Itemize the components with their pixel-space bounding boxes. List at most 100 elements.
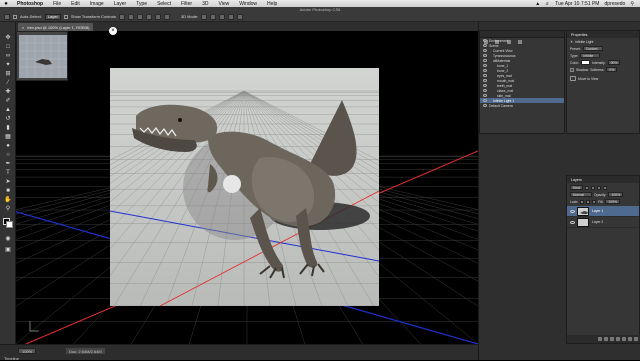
document-canvas[interactable] — [110, 68, 379, 306]
crop-tool-icon[interactable]: ⊞ — [3, 70, 13, 77]
layer-style-icon[interactable] — [604, 337, 608, 341]
intensity-field[interactable]: 90% — [607, 60, 621, 65]
zoom-tool-icon[interactable]: ⚲ — [3, 205, 13, 212]
properties-tab[interactable]: Properties — [567, 31, 639, 38]
spotlight-icon[interactable]: ⚲ — [630, 1, 634, 7]
layers-tab[interactable]: Layers — [567, 176, 639, 183]
shadow-checkbox[interactable] — [570, 67, 574, 72]
align-center-icon[interactable] — [154, 13, 161, 20]
new-layer-icon[interactable] — [628, 337, 632, 341]
layer-visibility-icon[interactable] — [570, 209, 575, 213]
visibility-icon[interactable] — [483, 39, 487, 42]
shape-tool-icon[interactable]: ■ — [3, 187, 13, 194]
filter-type-icon[interactable] — [596, 185, 601, 190]
3d-slide-icon[interactable] — [228, 13, 235, 20]
visibility-icon[interactable] — [483, 99, 487, 102]
filter-pixel-icon[interactable] — [584, 185, 589, 190]
move-tool-preset-icon[interactable] — [4, 13, 10, 20]
gradient-tool-icon[interactable]: ▦ — [3, 133, 13, 140]
eyedropper-tool-icon[interactable]: ⁄ — [3, 79, 13, 86]
layer-row-1[interactable]: Layer 1 — [567, 206, 639, 217]
align-bottom-icon[interactable] — [136, 13, 143, 20]
align-left-icon[interactable] — [145, 13, 152, 20]
visibility-icon[interactable] — [483, 64, 487, 67]
menu-3d[interactable]: 3D — [197, 1, 213, 7]
hand-tool-icon[interactable]: ✋ — [3, 196, 13, 203]
lasso-tool-icon[interactable]: ∞ — [3, 52, 13, 59]
menu-window[interactable]: Window — [234, 1, 262, 7]
menu-filter[interactable]: Filter — [176, 1, 197, 7]
opacity-field[interactable]: 100% — [608, 192, 624, 197]
3d-rotate-icon[interactable] — [201, 13, 208, 20]
timeline-tab[interactable]: Timeline — [2, 355, 21, 361]
healing-brush-tool-icon[interactable]: ✚ — [3, 88, 13, 95]
layer-visibility-icon[interactable] — [570, 220, 575, 224]
adjustment-layer-icon[interactable] — [616, 337, 620, 341]
3d-pan-icon[interactable] — [219, 13, 226, 20]
menu-layer[interactable]: Layer — [109, 1, 132, 7]
blur-tool-icon[interactable]: ● — [3, 142, 13, 149]
delete-layer-icon[interactable] — [634, 337, 638, 341]
blend-mode-select[interactable]: Normal — [570, 192, 592, 197]
clone-stamp-tool-icon[interactable]: ▲ — [3, 106, 13, 113]
close-icon[interactable]: × — [109, 27, 117, 35]
menu-app[interactable]: Photoshop — [12, 1, 48, 7]
marquee-tool-icon[interactable]: □ — [3, 43, 13, 50]
visibility-icon[interactable] — [483, 44, 487, 47]
show-transform-checkbox[interactable] — [63, 14, 68, 19]
visibility-icon[interactable] — [483, 59, 487, 62]
light-handle-sphere[interactable] — [223, 175, 241, 193]
brush-tool-icon[interactable]: ✐ — [3, 97, 13, 104]
softness-field[interactable]: 0% — [606, 67, 618, 72]
visibility-icon[interactable] — [483, 54, 487, 57]
layer-filter-kind[interactable]: Kind — [570, 185, 583, 190]
document-size-info[interactable]: Doc: 2.64M/2.64M — [66, 348, 105, 354]
dodge-tool-icon[interactable]: ○ — [3, 151, 13, 158]
type-tool-icon[interactable]: T — [3, 169, 13, 176]
menu-select[interactable]: Select — [152, 1, 176, 7]
path-select-tool-icon[interactable]: ➤ — [3, 178, 13, 185]
move-to-view-button[interactable]: Move to View — [578, 77, 598, 81]
visibility-icon[interactable] — [483, 74, 487, 77]
align-top-icon[interactable] — [118, 13, 125, 20]
scene-item[interactable]: Default Camera — [480, 103, 564, 108]
wifi-icon[interactable]: ▲ — [535, 1, 540, 7]
lock-all-icon[interactable] — [592, 199, 597, 204]
preset-select[interactable]: Custom — [582, 46, 603, 51]
light-color-swatch[interactable] — [581, 60, 591, 65]
eraser-tool-icon[interactable]: ▮ — [3, 124, 13, 131]
quick-select-tool-icon[interactable]: ✦ — [3, 61, 13, 68]
align-middle-icon[interactable] — [127, 13, 134, 20]
visibility-icon[interactable] — [483, 94, 487, 97]
lock-position-icon[interactable] — [586, 199, 591, 204]
auto-select-dropdown[interactable]: Layer — [44, 13, 61, 20]
3d-roll-icon[interactable] — [210, 13, 217, 20]
new-group-icon[interactable] — [622, 337, 626, 341]
add-mask-icon[interactable] — [610, 337, 614, 341]
auto-select-checkbox[interactable] — [13, 14, 17, 19]
move-to-view-icon[interactable] — [570, 76, 576, 81]
lock-pixels-icon[interactable] — [580, 199, 585, 204]
screen-mode-icon[interactable]: ▣ — [3, 246, 13, 253]
visibility-icon[interactable] — [483, 84, 487, 87]
menu-help[interactable]: Help — [262, 1, 282, 7]
visibility-icon[interactable] — [483, 49, 487, 52]
visibility-icon[interactable] — [483, 69, 487, 72]
move-tool-icon[interactable]: ✥ — [3, 34, 13, 41]
light-type-select[interactable]: Infinite — [580, 53, 601, 58]
menu-image[interactable]: Image — [85, 1, 109, 7]
filter-shape-icon[interactable] — [602, 185, 607, 190]
canvas-navigator-thumbnail[interactable] — [16, 31, 68, 81]
quick-mask-icon[interactable]: ◉ — [3, 235, 13, 242]
layer-row-2[interactable]: Layer 2 — [567, 217, 639, 228]
trex-model[interactable] — [132, 100, 357, 279]
tab-close-icon[interactable]: × — [22, 25, 24, 30]
background-color-swatch[interactable] — [6, 221, 13, 228]
apple-menu-icon[interactable]: ● — [3, 1, 9, 7]
visibility-icon[interactable] — [483, 104, 487, 107]
align-right-icon[interactable] — [163, 13, 170, 20]
menu-edit[interactable]: Edit — [66, 1, 85, 7]
history-brush-tool-icon[interactable]: ↺ — [3, 115, 13, 122]
menu-view[interactable]: View — [214, 1, 235, 7]
menu-file[interactable]: File — [48, 1, 66, 7]
